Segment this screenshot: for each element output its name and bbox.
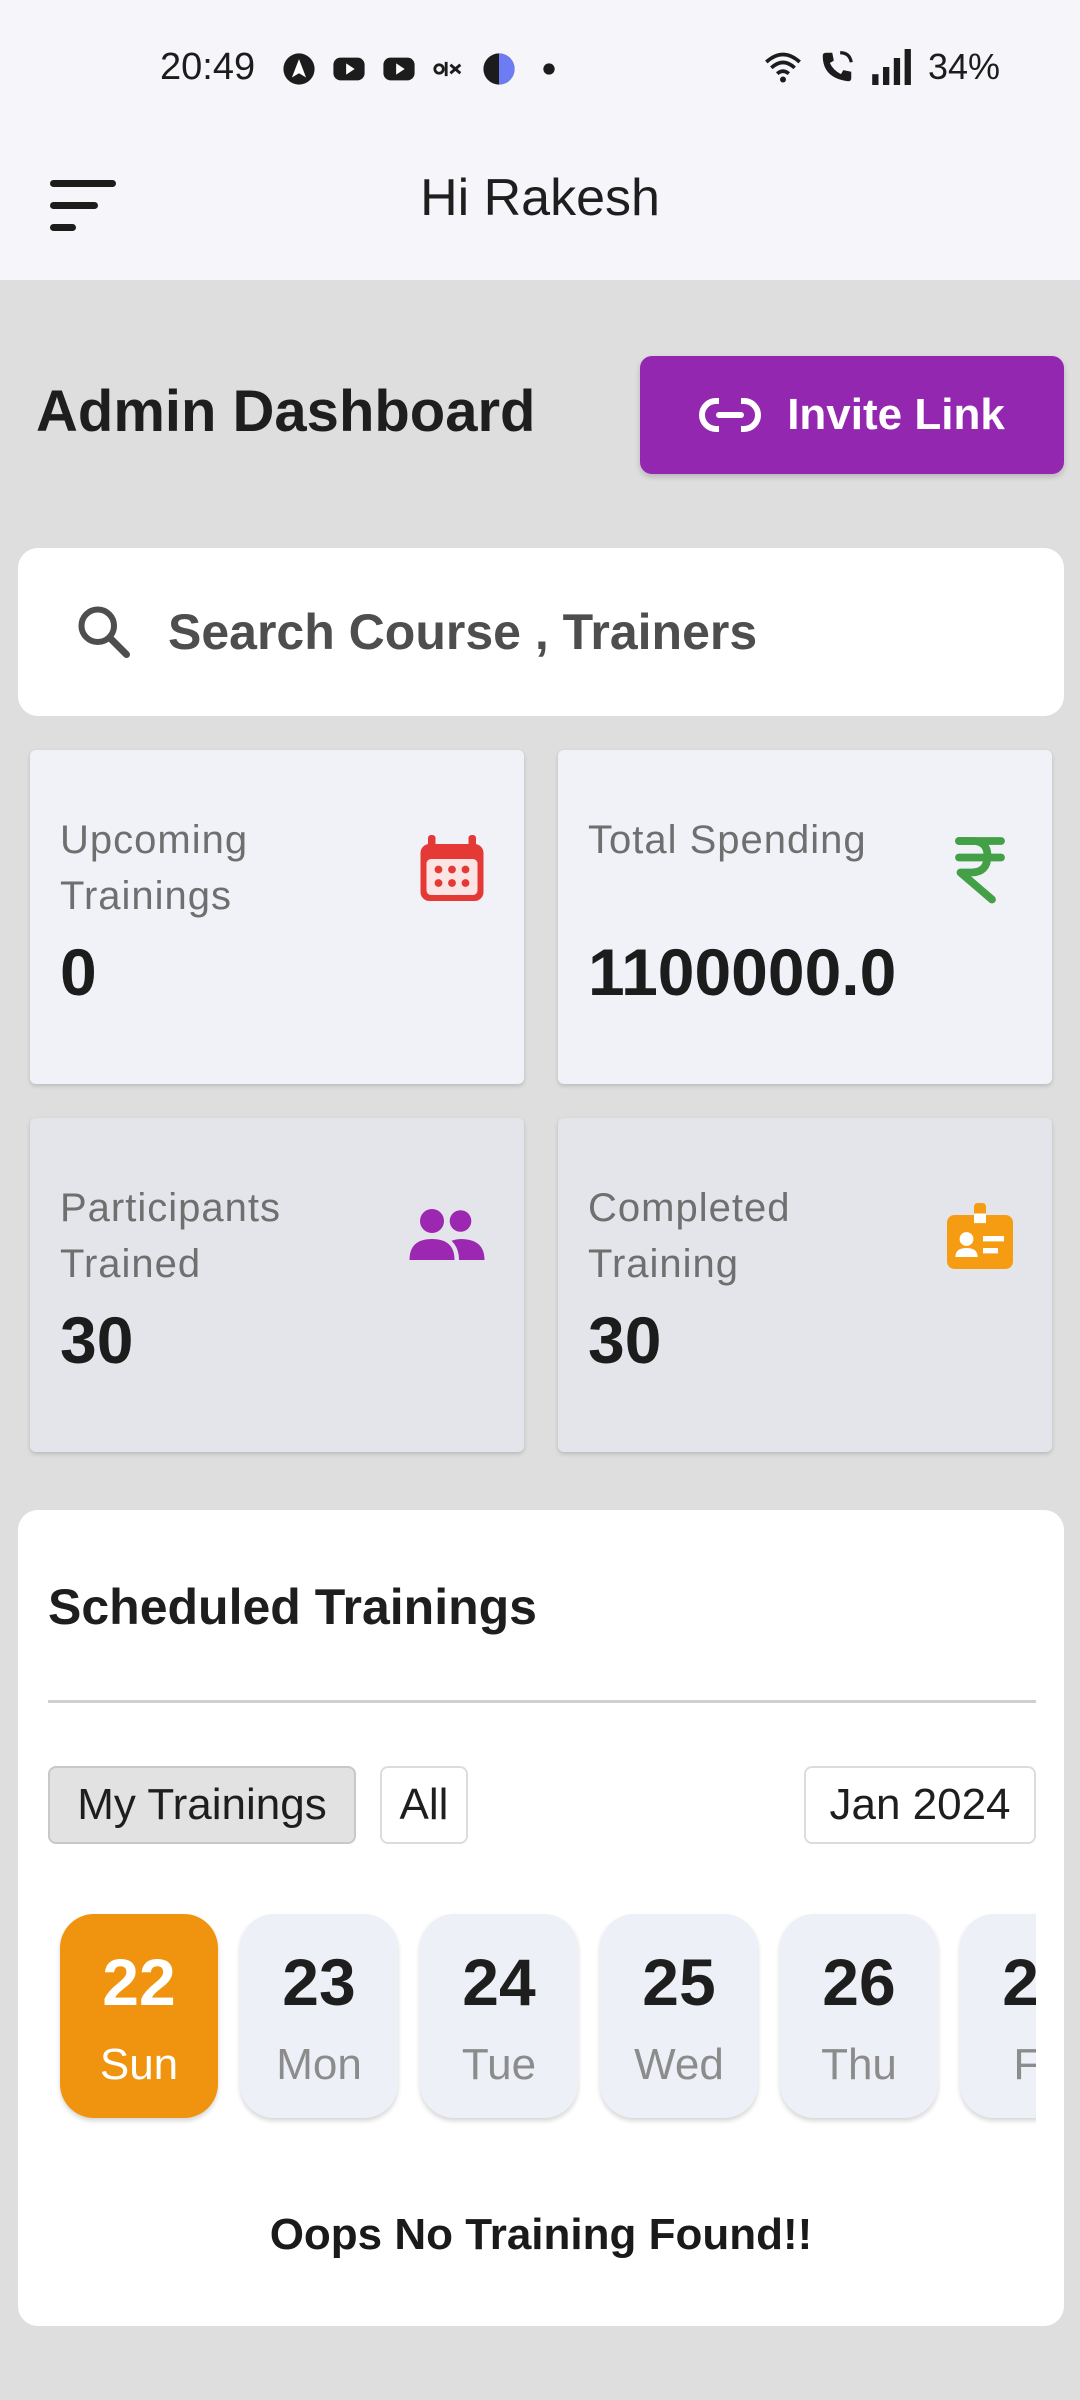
stat-label: Upcoming Trainings: [60, 818, 249, 918]
wifi-icon: [765, 52, 801, 83]
people-icon: [409, 1209, 485, 1260]
page-title: Admin Dashboard: [36, 379, 536, 444]
invite-link-label: Invite Link: [787, 390, 1005, 439]
stat-label: Total Spending: [588, 818, 867, 862]
badge-icon: [947, 1203, 1013, 1269]
date-weekday: Thu: [821, 2040, 897, 2089]
youtube-icon: [383, 57, 415, 81]
empty-state-message: Oops No Training Found!!: [269, 2210, 813, 2259]
stat-label: Completed Training: [588, 1186, 791, 1286]
link-icon: [699, 395, 762, 435]
date-weekday: Tue: [461, 2040, 537, 2089]
invite-link-button[interactable]: Invite Link: [640, 356, 1064, 474]
calendar-icon: [420, 835, 484, 901]
search-placeholder[interactable]: Search Course , Trainers: [168, 603, 757, 661]
date-number: 24: [462, 1945, 536, 2019]
date-weekday: Fri: [1013, 2040, 1036, 2089]
section-title: Scheduled Trainings: [48, 1579, 537, 1635]
stat-card-upcoming-trainings[interactable]: Upcoming Trainings 0: [30, 750, 524, 1084]
dot-icon: [543, 63, 555, 75]
status-time: 20:49: [160, 46, 256, 88]
rupee-icon: [955, 837, 1005, 904]
date-item-24[interactable]: 24 Tue: [420, 1914, 578, 2118]
month-selector[interactable]: Jan 2024: [804, 1766, 1036, 1844]
date-number: 27: [1002, 1945, 1036, 2019]
navigation-icon: [283, 53, 315, 85]
date-weekday: Wed: [634, 2040, 724, 2089]
date-weekday: Sun: [99, 2040, 179, 2089]
greeting-title: Hi Rakesh: [420, 169, 660, 227]
app-bar: Hi Rakesh: [0, 140, 1080, 280]
stat-card-completed-training[interactable]: Completed Training 30: [558, 1118, 1052, 1452]
filter-my-trainings[interactable]: My Trainings: [48, 1766, 356, 1844]
system-icons: 34%: [762, 46, 1000, 88]
stat-label: Participants Trained: [60, 1186, 281, 1286]
youtube-icon: [333, 57, 365, 81]
status-bar: 20:49 34%: [0, 0, 1080, 140]
date-item-25[interactable]: 25 Wed: [600, 1914, 758, 2118]
date-item-26[interactable]: 26 Thu: [780, 1914, 938, 2118]
battery-percent: 34%: [927, 46, 1000, 87]
date-number: 22: [102, 1945, 176, 2019]
app-icon: [483, 53, 515, 85]
date-weekday: Mon: [276, 2040, 362, 2089]
date-number: 23: [282, 1945, 356, 2019]
stat-card-participants-trained[interactable]: Participants Trained 30: [30, 1118, 524, 1452]
search-icon: [78, 606, 130, 658]
stat-card-total-spending[interactable]: Total Spending 1100000.0: [558, 750, 1052, 1084]
divider: [48, 1700, 1036, 1703]
wifi-call-icon: [822, 51, 853, 82]
stat-value: 30: [588, 1303, 662, 1377]
date-number: 26: [822, 1945, 896, 2019]
search-bar[interactable]: Search Course , Trainers: [18, 548, 1064, 716]
date-item-23[interactable]: 23 Mon: [240, 1914, 398, 2118]
date-item-22[interactable]: 22 Sun: [60, 1914, 218, 2118]
date-number: 25: [642, 1945, 716, 2019]
olx-icon: [433, 61, 462, 77]
scheduled-trainings-panel: Scheduled Trainings My Trainings All Jan…: [18, 1510, 1064, 2326]
stat-value: 1100000.0: [588, 935, 897, 1009]
filter-all[interactable]: All: [380, 1766, 468, 1844]
date-strip[interactable]: 22 Sun 23 Mon 24 Tue 25 Wed 26 Thu 27 Fr…: [48, 1908, 1036, 2138]
date-item-27[interactable]: 27 Fri: [960, 1914, 1036, 2118]
signal-icon: [872, 49, 911, 85]
stat-value: 30: [60, 1303, 134, 1377]
stat-value: 0: [60, 935, 97, 1009]
notification-icons: [282, 52, 566, 86]
